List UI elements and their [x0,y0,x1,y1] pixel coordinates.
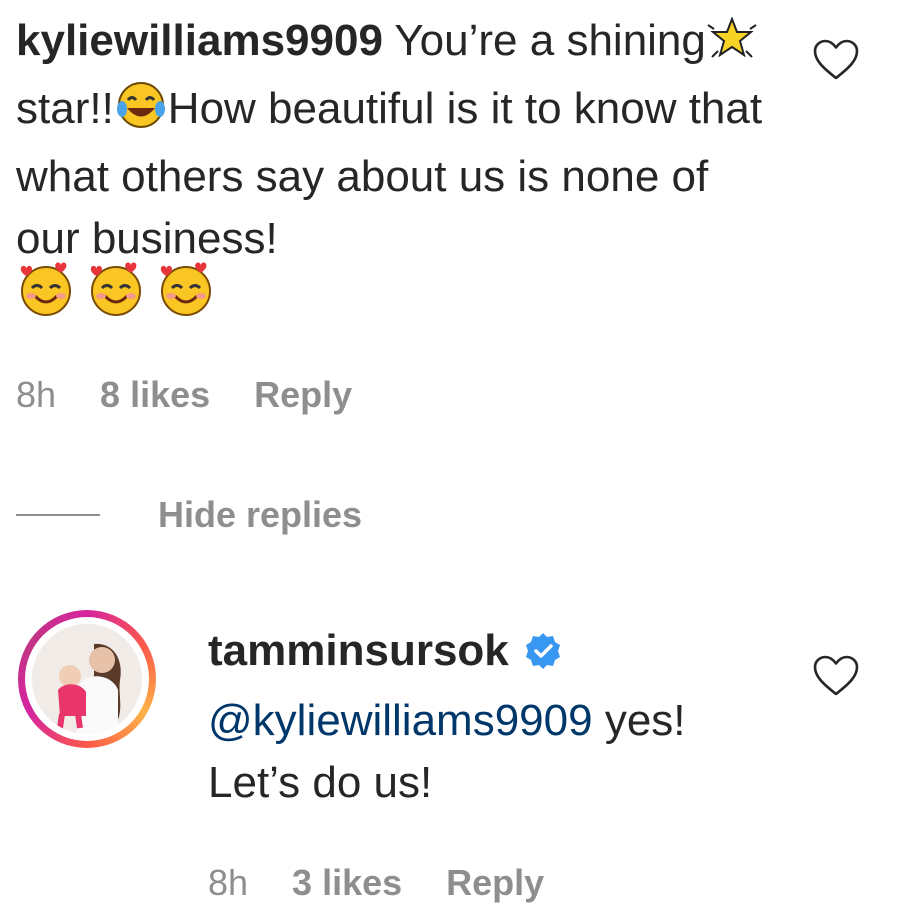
comment-username[interactable]: kyliewilliams9909 [16,16,383,65]
reply-username[interactable]: tamminsursok [208,626,509,676]
emoji-row [18,262,214,318]
verified-badge-icon [525,633,560,669]
reply-header: tamminsursok [208,626,563,676]
reply-like-heart-icon[interactable] [812,654,860,698]
hide-replies-toggle[interactable]: Hide replies [16,490,362,540]
reply-likes[interactable]: 3 likes [292,862,402,904]
avatar-photo [32,624,142,734]
divider-line [16,514,100,516]
comment-reply-button[interactable]: Reply [254,374,352,416]
comment-text-part1: You’re a shining [394,16,706,65]
avatar-ring-gap [25,617,149,741]
smiling-face-with-hearts-icon [90,262,141,316]
comment-meta: 8h 8 likes Reply [16,374,396,416]
smiling-face-with-hearts-icon [160,262,211,316]
tears-of-joy-icon [114,81,168,146]
reply-text-part2: Let’s do us! [208,758,433,807]
reply-mention-link[interactable]: @kyliewilliams9909 [208,696,593,745]
like-heart-icon[interactable] [812,38,860,82]
reply-text-part1: yes! [604,696,686,745]
comment-text-part2: star!! [16,84,114,133]
hide-replies-label[interactable]: Hide replies [158,494,362,536]
reply-meta: 8h 3 likes Reply [208,862,588,904]
smiling-face-with-hearts-icon [20,262,71,316]
comment-likes[interactable]: 8 likes [100,374,210,416]
reply-timestamp[interactable]: 8h [208,862,248,904]
glowing-star-icon [706,16,758,78]
comment-body: kyliewilliams9909 You’re a shining star!… [16,10,776,270]
reply-body: @kyliewilliams9909 yes! Let’s do us! [208,690,768,814]
comment-timestamp[interactable]: 8h [16,374,56,416]
avatar[interactable] [18,610,156,748]
reply-reply-button[interactable]: Reply [446,862,544,904]
